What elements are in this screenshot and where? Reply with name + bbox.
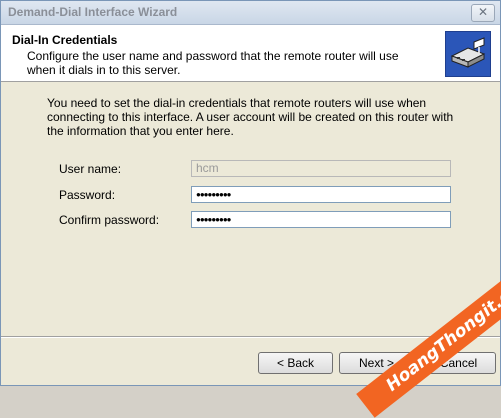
page-subtitle: Configure the user name and password tha… — [27, 49, 399, 77]
cancel-button[interactable]: Cancel — [421, 352, 496, 374]
back-button[interactable]: < Back — [258, 352, 333, 374]
window-title: Demand-Dial Interface Wizard — [8, 5, 178, 19]
footer-divider — [1, 336, 500, 338]
confirm-password-label: Confirm password: — [59, 213, 160, 227]
title-bar[interactable]: Demand-Dial Interface Wizard ✕ — [1, 1, 500, 25]
next-button[interactable]: Next > — [339, 352, 414, 374]
username-label: User name: — [59, 162, 122, 176]
password-label: Password: — [59, 188, 116, 202]
wizard-window: Demand-Dial Interface Wizard ✕ Dial-In C… — [0, 0, 501, 386]
close-icon: ✕ — [477, 5, 489, 19]
password-field[interactable]: ●●●●●●●●● — [191, 186, 451, 203]
username-field[interactable]: hcm — [191, 160, 451, 177]
page-title: Dial-In Credentials — [12, 33, 118, 47]
intro-text: You need to set the dial-in credentials … — [47, 96, 454, 138]
router-network-icon — [445, 31, 491, 77]
wizard-header: Dial-In Credentials Configure the user n… — [1, 25, 500, 82]
confirm-password-field[interactable]: ●●●●●●●●● — [191, 211, 451, 228]
close-button[interactable]: ✕ — [471, 4, 495, 22]
wizard-body: You need to set the dial-in credentials … — [1, 82, 500, 336]
